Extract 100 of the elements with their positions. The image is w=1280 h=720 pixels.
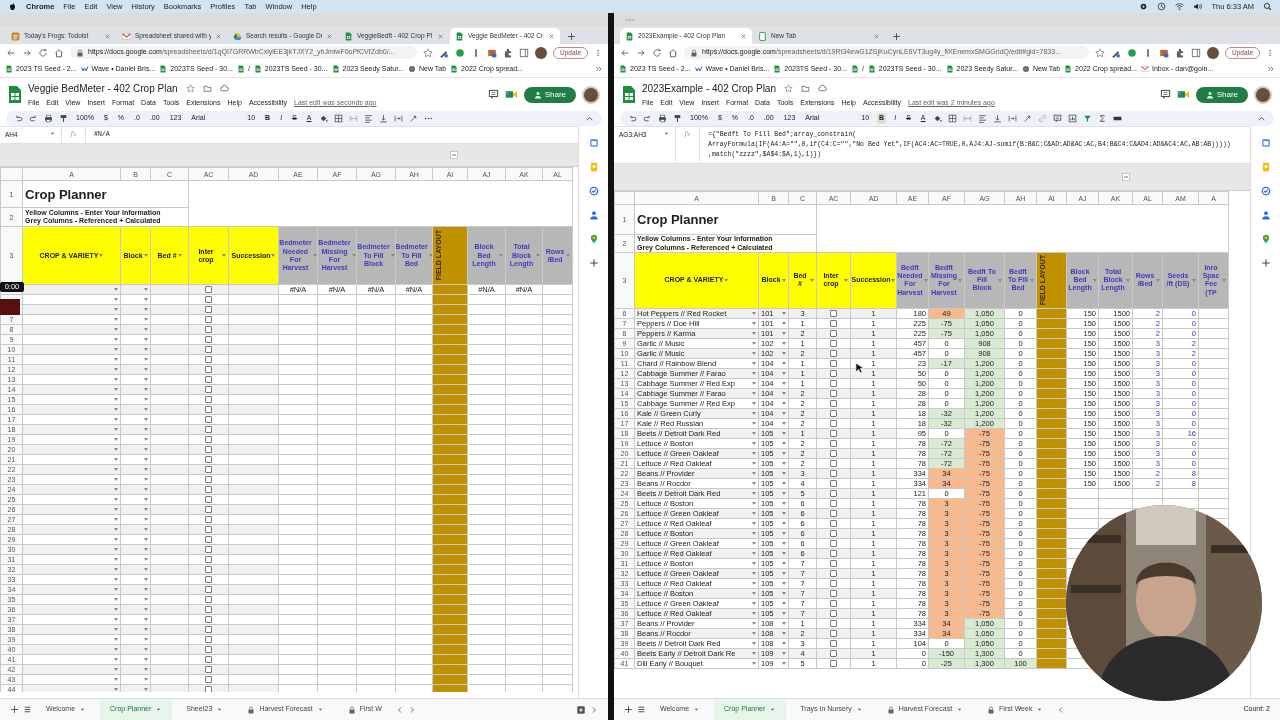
dropdown-caret-icon[interactable]	[782, 601, 786, 605]
dropdown-caret-icon[interactable]	[782, 341, 786, 345]
dropdown-caret-icon[interactable]	[752, 391, 756, 395]
menu-icon[interactable]	[1266, 48, 1274, 57]
dropdown-caret-icon[interactable]	[114, 548, 118, 552]
circle-icon[interactable]	[1127, 47, 1138, 58]
checkbox[interactable]	[830, 380, 837, 388]
checkbox[interactable]	[830, 480, 837, 488]
dropdown-caret-icon[interactable]	[752, 321, 756, 325]
dropdown-caret-icon[interactable]	[114, 608, 118, 612]
side-panel-icon[interactable]	[1191, 47, 1202, 58]
add-sheet-icon[interactable]	[10, 705, 19, 714]
dropdown-caret-icon[interactable]	[114, 568, 118, 572]
checkbox[interactable]	[830, 610, 837, 618]
group-toggle-icon[interactable]	[1122, 173, 1130, 182]
chevron-icon[interactable]	[595, 65, 603, 73]
spreadsheet-logo-icon[interactable]	[622, 85, 636, 104]
dropdown-caret-icon[interactable]	[144, 568, 148, 572]
close-icon[interactable]	[437, 32, 444, 40]
dropdown-caret-icon[interactable]	[144, 508, 148, 512]
dropdown-caret-icon[interactable]	[752, 461, 756, 465]
reload-icon[interactable]	[38, 47, 48, 58]
dropdown-caret-icon[interactable]	[144, 558, 148, 562]
filter-caret-icon[interactable]	[1126, 278, 1130, 282]
side-panel-icon[interactable]	[519, 47, 530, 58]
comment-icon[interactable]	[487, 89, 499, 100]
checkbox[interactable]	[205, 596, 212, 604]
dropdown-caret-icon[interactable]	[114, 658, 118, 662]
map-pin-icon[interactable]	[1260, 234, 1271, 244]
dropdown-caret-icon[interactable]	[782, 361, 786, 365]
dropdown-caret-icon[interactable]	[144, 598, 148, 602]
filter-caret-icon[interactable]	[844, 278, 848, 282]
print-icon[interactable]	[658, 114, 667, 123]
dropdown-caret-icon[interactable]	[114, 368, 118, 372]
sigma-icon[interactable]	[1098, 114, 1108, 123]
checkbox[interactable]	[830, 320, 837, 328]
dropdown-caret-icon[interactable]	[144, 638, 148, 642]
filter-caret-icon[interactable]	[958, 278, 963, 282]
plus-icon[interactable]	[588, 258, 599, 268]
checkbox[interactable]	[830, 470, 837, 478]
star-icon[interactable]	[185, 83, 195, 93]
dropdown-caret-icon[interactable]	[114, 638, 118, 642]
plus-icon[interactable]	[892, 32, 901, 41]
star-icon[interactable]	[784, 83, 793, 93]
checkbox[interactable]	[205, 436, 212, 444]
checkbox[interactable]	[205, 336, 212, 344]
avatar[interactable]	[1207, 46, 1220, 59]
dropdown-caret-icon[interactable]	[114, 338, 118, 342]
dropdown-caret-icon[interactable]	[144, 418, 148, 422]
checkbox[interactable]	[830, 560, 837, 568]
search-icon[interactable]	[1263, 2, 1272, 11]
dropdown-caret-icon[interactable]	[114, 538, 118, 542]
checkbox[interactable]	[830, 520, 837, 528]
dropdown-caret-icon[interactable]	[782, 511, 786, 515]
checkbox[interactable]	[205, 316, 212, 324]
checkbox[interactable]	[205, 466, 212, 474]
dropdown-caret-icon[interactable]	[782, 521, 786, 525]
dropdown-caret-icon[interactable]	[114, 618, 118, 622]
forward-icon[interactable]	[636, 47, 646, 58]
dropdown-caret-icon[interactable]	[752, 581, 756, 585]
dropdown-caret-icon[interactable]	[144, 378, 148, 382]
filter-caret-icon[interactable]	[781, 278, 786, 282]
dropdown-caret-icon[interactable]	[752, 411, 756, 415]
filter-caret-icon[interactable]	[222, 254, 226, 258]
dropdown-caret-icon[interactable]	[782, 561, 786, 565]
dropdown-caret-icon[interactable]	[114, 428, 118, 432]
checkbox[interactable]	[205, 636, 212, 644]
dropdown-caret-icon[interactable]	[782, 501, 786, 505]
filter-caret-icon[interactable]	[891, 278, 896, 282]
dropdown-caret-icon[interactable]	[144, 468, 148, 472]
checkbox[interactable]	[205, 646, 212, 654]
merge-icon[interactable]	[963, 114, 973, 123]
close-icon[interactable]	[215, 32, 222, 40]
dropdown-caret-icon[interactable]	[752, 331, 756, 335]
dropdown-caret-icon[interactable]	[144, 538, 148, 542]
checkbox[interactable]	[830, 540, 837, 548]
undo-icon[interactable]	[14, 114, 23, 123]
dropdown-caret-icon[interactable]	[752, 521, 756, 525]
checkbox[interactable]	[205, 566, 212, 574]
filter-caret-icon[interactable]	[1222, 278, 1226, 282]
dropdown-caret-icon[interactable]	[752, 341, 756, 345]
dropdown-caret-icon[interactable]	[114, 488, 118, 492]
dropdown-caret-icon[interactable]	[752, 481, 756, 485]
checkbox[interactable]	[205, 326, 212, 334]
dropdown-caret-icon[interactable]	[144, 548, 148, 552]
dropdown-caret-icon[interactable]	[144, 398, 148, 402]
close-icon[interactable]	[548, 32, 555, 40]
dropdown-caret-icon[interactable]	[782, 631, 786, 635]
dropdown-caret-icon[interactable]	[782, 531, 786, 535]
dropdown-caret-icon[interactable]	[752, 381, 756, 385]
dropdown-caret-icon[interactable]	[782, 581, 786, 585]
checkbox[interactable]	[830, 410, 837, 418]
dropdown-caret-icon[interactable]	[144, 578, 148, 582]
wrap-icon[interactable]	[1008, 114, 1018, 123]
checkbox[interactable]	[205, 576, 212, 584]
dropdown-caret-icon[interactable]	[114, 528, 118, 532]
dropdown-caret-icon[interactable]	[114, 498, 118, 502]
checkbox[interactable]	[205, 396, 212, 404]
dropdown-caret-icon[interactable]	[114, 648, 118, 652]
video-call-icon[interactable]	[1176, 88, 1190, 101]
